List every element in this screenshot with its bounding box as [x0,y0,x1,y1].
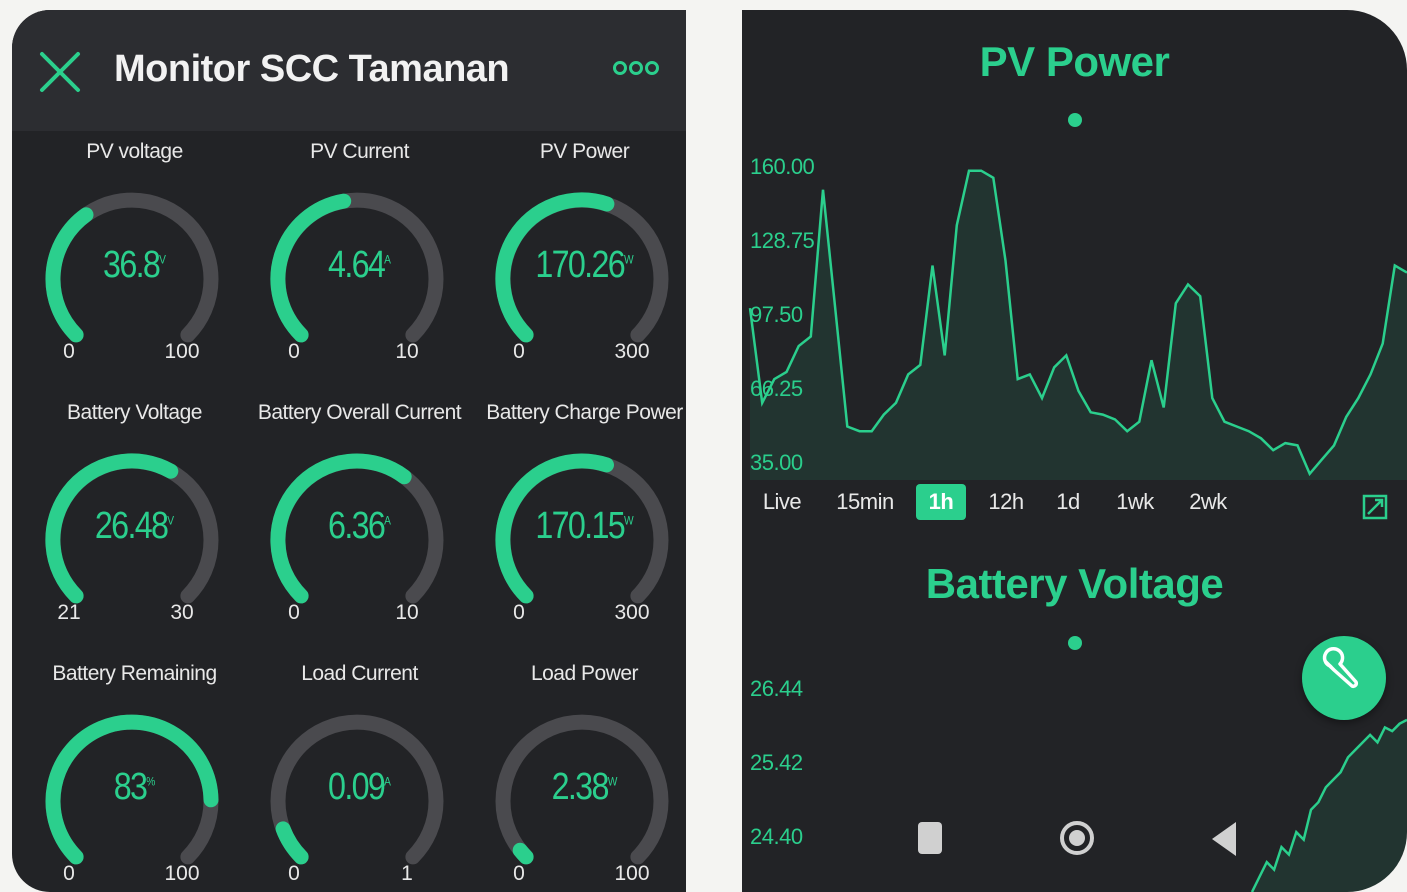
gauge-value: 36.8V [39,244,230,287]
gauge-max: 100 [164,862,200,885]
gauge-widget[interactable]: PV Power 170.26W 0 300 [472,140,686,390]
gauge-label: PV voltage [86,140,183,163]
gauge-fill [275,821,309,865]
gauge-unit: A [384,252,391,267]
gauge-value-number: 36.8 [103,244,161,286]
gauge-value-number: 26.48 [94,505,169,547]
gauge-min: 0 [288,601,300,624]
gauge-value: 0.09A [264,766,455,809]
gauge-fill [512,842,534,865]
gauge-value: 4.64A [264,244,455,287]
gauge-max: 30 [170,601,194,624]
gauge-unit: A [384,774,391,789]
gauge-min: 0 [513,340,525,363]
gauge-min: 0 [63,340,75,363]
gauge-label: PV Current [310,140,409,163]
gauge-widget[interactable]: PV Current 4.64A 0 10 [247,140,472,390]
gauge-unit: W [623,252,634,267]
gauge-unit: A [384,513,391,528]
gauge-max: 300 [614,340,650,363]
gauge-widget[interactable]: Battery Overall Current 6.36A 0 10 [247,401,472,651]
recent-apps-icon[interactable] [918,822,942,854]
gauge-min: 0 [288,340,300,363]
gauge-value: 6.36A [264,505,455,548]
gauge-unit: V [159,252,166,267]
charts-panel: PV Power 160.00 128.75 97.50 66.25 35.00… [742,10,1407,892]
gauge-widget[interactable]: Battery Charge Power 170.15W 0 300 [472,401,686,651]
gauge-unit: W [623,513,634,528]
gauge-max: 100 [614,862,650,885]
gauge-value-number: 170.15 [535,505,625,547]
gauge-label: Battery Charge Power [486,401,683,424]
gauge-value: 170.26W [489,244,680,287]
gauge-widget[interactable]: Battery Voltage 26.48V 21 30 [22,401,247,651]
close-icon[interactable] [38,50,82,94]
gauge-label: Battery Overall Current [257,401,462,424]
battery-voltage-line-chart[interactable] [742,10,1407,892]
wrench-icon-button[interactable] [1302,636,1386,720]
gauge-widget[interactable]: PV voltage 36.8V 0 100 [22,140,247,390]
gauge-value: 170.15W [489,505,680,548]
gauge-value-number: 170.26 [535,244,625,286]
gauge-value-number: 6.36 [328,505,386,547]
gauge-value: 83% [39,766,230,809]
gauge-min: 0 [513,862,525,885]
gauge-value-number: 4.64 [328,244,386,286]
page-title: Monitor SCC Tamanan [114,48,510,90]
gauge-min: 21 [57,601,81,624]
gauge-value: 26.48V [39,505,230,548]
app-header: Monitor SCC Tamanan [12,10,686,131]
gauge-value-number: 83 [113,766,148,808]
gauge-min: 0 [63,862,75,885]
gauge-value-number: 0.09 [328,766,386,808]
gauge-max: 10 [395,601,419,624]
gauge-unit: % [146,774,156,789]
gauge-label: Load Current [301,662,418,685]
back-icon[interactable] [1210,820,1238,858]
gauge-unit: W [607,774,618,789]
gauge-max: 10 [395,340,419,363]
gauge-label: Load Power [530,662,639,685]
gauge-widget[interactable]: Load Power 2.38W 0 100 [472,662,686,892]
dashboard-panel: Monitor SCC Tamanan PV voltage 36.8V 0 1… [12,10,686,892]
wrench-icon [1322,647,1359,689]
more-options-icon[interactable] [612,58,660,78]
home-icon[interactable] [1058,816,1096,860]
gauge-label: PV Power [539,140,630,163]
gauge-max: 1 [401,862,413,885]
gauge-min: 0 [513,601,525,624]
gauge-value: 2.38W [489,766,680,809]
gauge-max: 300 [614,601,650,624]
gauge-label: Battery Remaining [52,662,217,685]
gauge-widget[interactable]: Load Current 0.09A 0 1 [247,662,472,892]
gauge-unit: V [167,513,175,528]
gauge-max: 100 [164,340,200,363]
gauge-widget[interactable]: Battery Remaining 83% 0 100 [22,662,247,892]
gauge-label: Battery Voltage [67,401,202,424]
gauge-min: 0 [288,862,300,885]
gauge-value-number: 2.38 [551,766,610,808]
